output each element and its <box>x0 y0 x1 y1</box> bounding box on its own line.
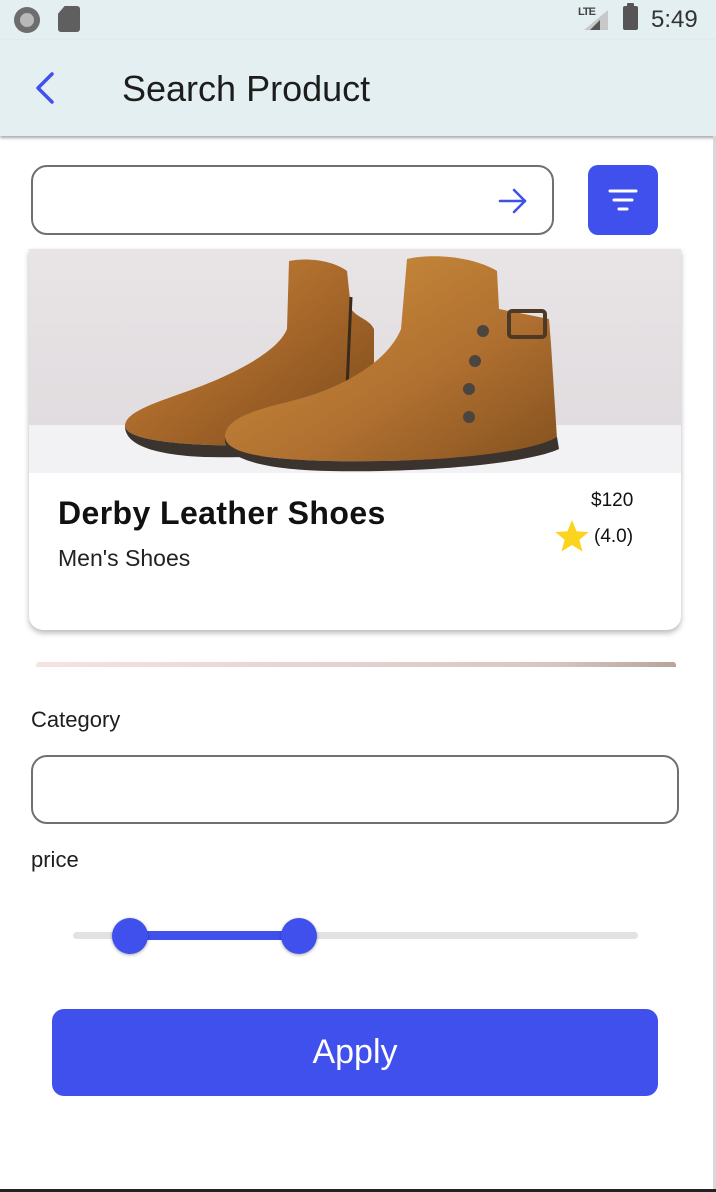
arrow-right-icon[interactable] <box>495 183 531 219</box>
status-time: 5:49 <box>651 6 698 33</box>
price-label: price <box>31 847 79 872</box>
filter-icon <box>608 189 638 211</box>
status-bar: LTE 5:49 <box>0 0 716 40</box>
filter-button[interactable] <box>588 165 658 235</box>
search-field[interactable] <box>31 165 554 235</box>
product-image <box>29 249 681 473</box>
product-card[interactable]: Derby Leather Shoes Men's Shoes $120 (4.… <box>29 249 681 630</box>
star-icon <box>555 520 589 552</box>
back-button[interactable] <box>22 65 68 111</box>
app-bar: Search Product <box>0 40 716 136</box>
category-field[interactable] <box>31 755 679 824</box>
apply-button[interactable]: Apply <box>52 1009 658 1096</box>
price-slider-range <box>129 931 299 940</box>
back-arrow-icon <box>36 72 54 104</box>
price-slider-min-thumb[interactable] <box>111 918 148 954</box>
sd-card-icon <box>58 6 80 32</box>
next-product-card[interactable] <box>36 662 676 667</box>
category-label: Category <box>31 707 121 732</box>
record-icon <box>14 7 40 33</box>
signal-icon <box>584 10 608 30</box>
product-price: $120 <box>591 490 634 511</box>
category-input[interactable] <box>47 765 661 817</box>
product-category: Men's Shoes <box>58 545 191 571</box>
search-input[interactable] <box>47 175 491 227</box>
product-name: Derby Leather Shoes <box>58 495 386 531</box>
product-rating: (4.0) <box>594 526 634 547</box>
page-title: Search Product <box>122 68 371 109</box>
battery-icon <box>623 3 638 30</box>
price-slider-max-thumb[interactable] <box>281 918 317 954</box>
